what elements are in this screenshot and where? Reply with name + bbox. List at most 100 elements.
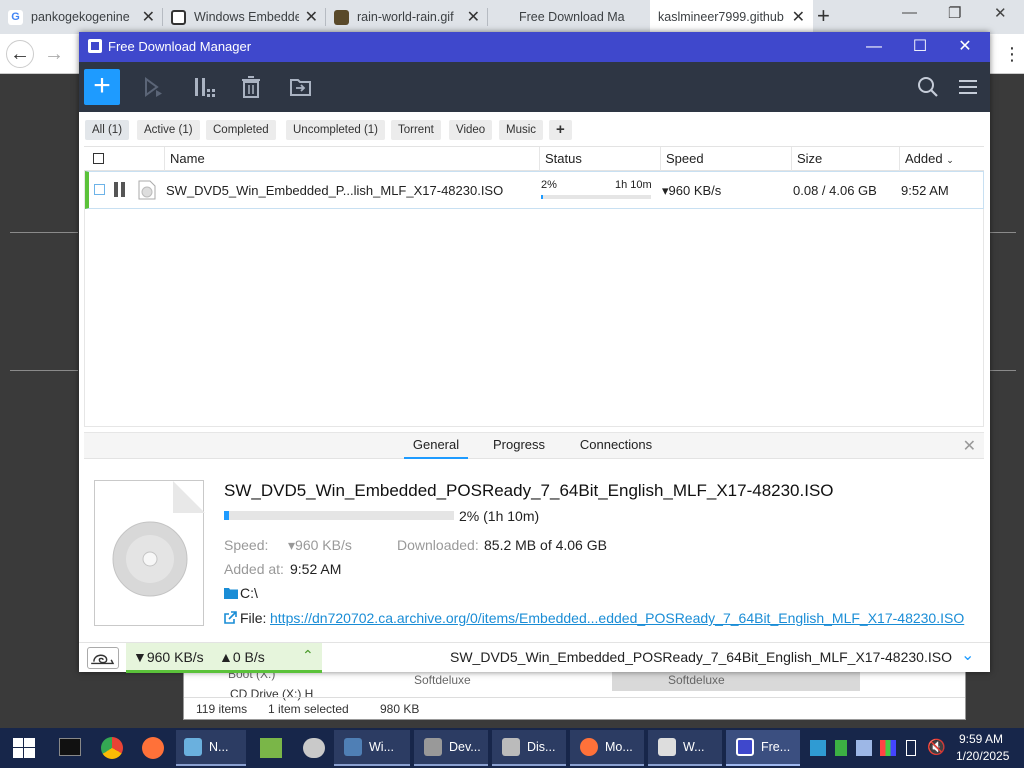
details-folder[interactable]: C:\ (240, 585, 258, 601)
clock-time[interactable]: 9:59 AM (959, 732, 1003, 746)
tab-connections[interactable]: Connections (571, 433, 661, 459)
close-window-icon[interactable]: ✕ (994, 4, 1007, 22)
move-folder-icon[interactable] (288, 76, 314, 98)
row-progress-bar (541, 195, 651, 199)
close-icon[interactable]: ✕ (467, 7, 480, 27)
disk-icon (502, 738, 520, 756)
filter-bar: All (1) Active (1) Completed Uncompleted… (79, 112, 990, 146)
chevron-up-icon: ⌃ (302, 647, 314, 663)
search-icon[interactable] (916, 76, 942, 98)
taskbar-item-active[interactable]: Fre... (726, 730, 800, 766)
resume-icon[interactable] (142, 76, 168, 98)
device-icon (424, 738, 442, 756)
column-speed[interactable]: Speed (660, 147, 792, 171)
column-status[interactable]: Status (539, 147, 660, 171)
download-row[interactable]: SW_DVD5_Win_Embedded_P...lish_MLF_X17-48… (85, 171, 984, 209)
filter-active[interactable]: Active (1) (137, 120, 200, 140)
details-file-url[interactable]: https://dn720702.ca.archive.org/0/items/… (270, 610, 964, 626)
upload-speed-total: ▲0 B/s (219, 649, 265, 665)
close-icon[interactable]: ✕ (142, 7, 155, 27)
browser-tabbar: G pankogekogenine ✕ Windows Embedde ✕ ra… (0, 0, 1024, 34)
filter-video[interactable]: Video (449, 120, 493, 140)
computer-icon (344, 738, 362, 756)
back-icon[interactable]: ← (6, 40, 34, 68)
details-speed: ▾960 KB/s (288, 537, 352, 553)
menu-icon[interactable] (956, 76, 982, 98)
task-manager-icon[interactable] (260, 738, 282, 758)
fdm-logo-icon (88, 39, 102, 53)
fdm-window: Free Download Manager — ☐ ✕ + All (1) Ac… (79, 32, 990, 673)
maximize-icon[interactable]: ☐ (905, 35, 935, 59)
filter-completed[interactable]: Completed (206, 120, 276, 140)
disc-icon (112, 481, 205, 597)
taskbar-item[interactable]: Dev... (414, 730, 488, 766)
download-list: SW_DVD5_Win_Embedded_P...lish_MLF_X17-48… (84, 171, 984, 427)
browser-tab-active[interactable]: kaslmineer7999.github ✕ (650, 0, 813, 34)
file-icon (138, 180, 156, 200)
clock-date[interactable]: 1/20/2025 (956, 749, 1009, 763)
select-all-checkbox[interactable] (93, 153, 104, 164)
filter-music[interactable]: Music (499, 120, 544, 140)
sync-icon[interactable] (810, 740, 826, 756)
usb-icon[interactable] (906, 740, 916, 756)
download-list-header: Name Status Speed Size Added ⌄ (84, 146, 984, 171)
close-icon[interactable]: ✕ (792, 7, 805, 27)
row-checkbox[interactable] (94, 184, 105, 195)
column-name[interactable]: Name (164, 147, 541, 171)
details-added: 9:52 AM (290, 561, 342, 577)
battery-icon[interactable] (835, 740, 847, 756)
close-details-icon[interactable]: ✕ (963, 436, 976, 456)
browser-tab[interactable]: rain-world-rain.gif ✕ (326, 0, 488, 34)
details-panel: General Progress Connections ✕ SW_DVD5_W… (84, 432, 984, 632)
restore-icon[interactable]: ❐ (948, 4, 961, 22)
app-icon[interactable] (303, 738, 325, 758)
download-name: SW_DVD5_Win_Embedded_P...lish_MLF_X17-48… (166, 183, 504, 198)
column-added[interactable]: Added ⌄ (899, 147, 984, 171)
drive-icon (658, 738, 676, 756)
new-tab-icon[interactable]: + (817, 3, 830, 29)
terminal-icon[interactable] (59, 738, 81, 756)
tab-general[interactable]: General (404, 433, 468, 459)
taskbar-item[interactable]: Dis... (492, 730, 566, 766)
pause-icon[interactable] (114, 182, 118, 197)
close-icon[interactable]: ✕ (950, 35, 980, 59)
add-download-button[interactable]: + (84, 69, 120, 105)
fdm-toolbar: + (79, 62, 990, 112)
minimize-icon[interactable]: — (902, 4, 917, 21)
taskbar-item[interactable]: N... (176, 730, 246, 766)
browser-tab[interactable]: Windows Embedde ✕ (163, 0, 326, 34)
chevron-down-icon[interactable]: ⌄ (961, 645, 974, 665)
network-icon[interactable] (856, 740, 872, 756)
filter-torrent[interactable]: Torrent (391, 120, 441, 140)
window-title: Free Download Manager (108, 39, 252, 54)
pause-all-icon[interactable] (192, 76, 218, 98)
taskbar-item[interactable]: W... (648, 730, 722, 766)
minimize-icon[interactable]: — (859, 35, 889, 59)
firefox-icon[interactable] (142, 737, 164, 759)
download-speed: ▾960 KB/s (662, 183, 722, 198)
browser-tab[interactable]: Free Download Ma (488, 0, 650, 34)
color-icon[interactable] (880, 740, 896, 756)
delete-icon[interactable] (239, 76, 265, 98)
snail-mode-icon[interactable] (87, 647, 119, 669)
speed-indicator[interactable]: ▼960 KB/s ▲0 B/s ⌃ (126, 643, 322, 673)
tab-progress[interactable]: Progress (484, 433, 554, 459)
volume-icon[interactable]: 🔇 (927, 738, 946, 756)
browser-tab[interactable]: G pankogekogenine ✕ (0, 0, 163, 34)
add-filter-button[interactable]: + (549, 120, 572, 140)
fdm-titlebar: Free Download Manager — ☐ ✕ (79, 32, 990, 62)
more-icon[interactable]: ⋮ (998, 40, 1024, 68)
sort-desc-icon: ⌄ (946, 155, 954, 165)
column-size[interactable]: Size (791, 147, 899, 171)
start-icon[interactable] (13, 738, 35, 758)
chrome-icon[interactable] (101, 737, 123, 759)
forward-icon[interactable]: → (40, 40, 68, 68)
explorer-statusbar: 119 items 1 item selected 980 KB (184, 697, 965, 720)
details-progress-text: 2% (1h 10m) (459, 508, 540, 524)
filter-uncompleted[interactable]: Uncompleted (1) (286, 120, 386, 140)
taskbar-item[interactable]: Mo... (570, 730, 644, 766)
filter-all[interactable]: All (1) (85, 120, 130, 140)
close-icon[interactable]: ✕ (305, 7, 318, 27)
taskbar-item[interactable]: Wi... (334, 730, 410, 766)
download-speed-total: ▼960 KB/s (133, 649, 204, 665)
